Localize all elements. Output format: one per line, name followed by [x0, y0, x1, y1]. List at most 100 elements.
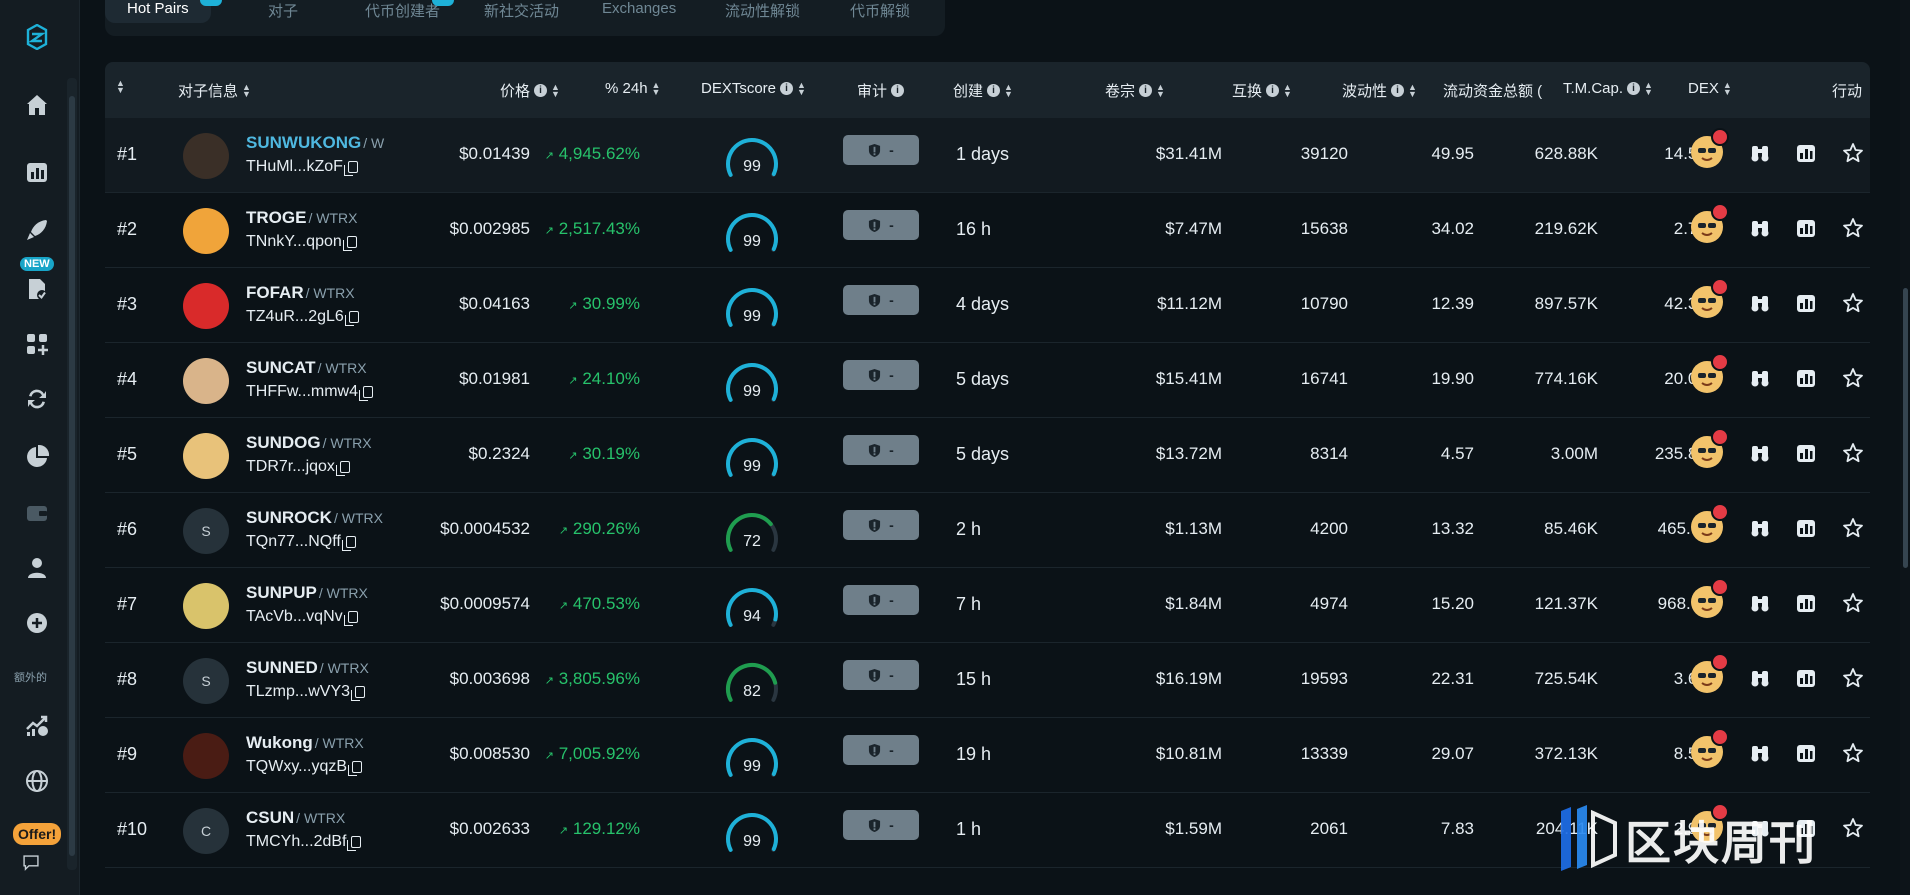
- star-icon[interactable]: [1839, 140, 1867, 166]
- audit-button[interactable]: -: [843, 435, 919, 465]
- doc-check-icon[interactable]: [20, 272, 54, 306]
- token-name[interactable]: SUNCAT / WTRX: [246, 358, 367, 378]
- logo-icon[interactable]: [20, 20, 54, 54]
- star-icon[interactable]: [1839, 440, 1867, 466]
- star-icon[interactable]: [1839, 215, 1867, 241]
- dextscore-gauge[interactable]: 99: [722, 806, 782, 852]
- globe-icon[interactable]: [20, 764, 54, 798]
- copy-icon[interactable]: [351, 686, 366, 701]
- home-icon[interactable]: [20, 88, 54, 122]
- token-avatar[interactable]: S: [183, 658, 229, 704]
- dextscore-gauge[interactable]: 99: [722, 281, 782, 327]
- star-icon[interactable]: [1839, 290, 1867, 316]
- token-avatar[interactable]: [183, 583, 229, 629]
- star-icon[interactable]: [1839, 740, 1867, 766]
- rocket-icon[interactable]: [20, 213, 54, 247]
- page-scrollbar[interactable]: [1900, 0, 1910, 895]
- dex-sunswap-icon[interactable]: [1691, 578, 1729, 618]
- audit-button[interactable]: -: [843, 660, 919, 690]
- header-volatility[interactable]: 波动性 i ▲ ▼: [1342, 80, 1417, 101]
- star-icon[interactable]: [1839, 665, 1867, 691]
- binoculars-icon[interactable]: [1746, 440, 1774, 466]
- chart-icon[interactable]: [1792, 290, 1820, 316]
- header-dextscore[interactable]: DEXTscore i ▲ ▼: [701, 80, 806, 97]
- chart-icon[interactable]: [1792, 365, 1820, 391]
- chart-icon[interactable]: [1792, 590, 1820, 616]
- stats-icon[interactable]: [20, 708, 54, 742]
- token-avatar[interactable]: C: [183, 808, 229, 854]
- copy-icon[interactable]: [347, 836, 362, 851]
- header-pair-info[interactable]: 对子信息 ▲ ▼: [178, 80, 251, 101]
- star-icon[interactable]: [1839, 815, 1867, 841]
- audit-button[interactable]: -: [843, 285, 919, 315]
- token-name[interactable]: SUNROCK / WTRX: [246, 508, 383, 528]
- dextscore-gauge[interactable]: 82: [722, 656, 782, 702]
- header-dex[interactable]: DEX ▲ ▼: [1688, 80, 1732, 97]
- chart-icon[interactable]: [1792, 140, 1820, 166]
- swap-icon[interactable]: [20, 382, 54, 416]
- offer-badge[interactable]: Offer!: [13, 823, 62, 845]
- tab-hot-pairs[interactable]: Hot Pairs: [105, 0, 211, 23]
- token-name[interactable]: SUNWUKONG / W: [246, 133, 384, 153]
- binoculars-icon[interactable]: [1746, 365, 1774, 391]
- token-name[interactable]: TROGE / WTRX: [246, 208, 357, 228]
- table-row[interactable]: #5 SUNDOG / WTRX TDR7r...jqox $0.2324 ↗ 3…: [105, 418, 1870, 493]
- chat-icon[interactable]: [18, 850, 44, 876]
- star-icon[interactable]: [1839, 365, 1867, 391]
- binoculars-icon[interactable]: [1746, 740, 1774, 766]
- dextscore-gauge[interactable]: 99: [722, 206, 782, 252]
- dex-sunswap-icon[interactable]: [1691, 653, 1729, 693]
- table-row[interactable]: #8 S SUNNED / WTRX TLzmp...wVY3 $0.003698…: [105, 643, 1870, 718]
- token-avatar[interactable]: [183, 208, 229, 254]
- audit-button[interactable]: -: [843, 135, 919, 165]
- copy-icon[interactable]: [359, 386, 373, 401]
- dextscore-gauge[interactable]: 99: [722, 431, 782, 477]
- token-name[interactable]: FOFAR / WTRX: [246, 283, 355, 303]
- dextscore-gauge[interactable]: 99: [722, 731, 782, 777]
- chart-icon[interactable]: [20, 155, 54, 189]
- binoculars-icon[interactable]: [1746, 140, 1774, 166]
- header-price[interactable]: 价格 i ▲ ▼: [500, 80, 560, 101]
- tab-token-creators[interactable]: 代币创建者: [365, 0, 440, 21]
- dextscore-gauge[interactable]: 72: [722, 506, 782, 552]
- header-volume[interactable]: 卷宗 i ▲ ▼: [1105, 80, 1165, 101]
- dex-sunswap-icon[interactable]: [1691, 203, 1729, 243]
- token-name[interactable]: SUNDOG / WTRX: [246, 433, 372, 453]
- binoculars-icon[interactable]: [1746, 515, 1774, 541]
- chart-icon[interactable]: [1792, 665, 1820, 691]
- chart-icon[interactable]: [1792, 215, 1820, 241]
- audit-button[interactable]: -: [843, 510, 919, 540]
- audit-button[interactable]: -: [843, 585, 919, 615]
- token-name[interactable]: CSUN / WTRX: [246, 808, 345, 828]
- tab-token-unlock[interactable]: 代币解锁: [850, 0, 910, 21]
- table-row[interactable]: #4 SUNCAT / WTRX THFFw...mmw4 $0.01981 ↗ …: [105, 343, 1870, 418]
- binoculars-icon[interactable]: [1746, 215, 1774, 241]
- audit-button[interactable]: -: [843, 810, 919, 840]
- table-row[interactable]: #2 TROGE / WTRX TNnkY...qpon $0.002985 ↗ …: [105, 193, 1870, 268]
- dextscore-gauge[interactable]: 94: [722, 581, 782, 627]
- copy-icon[interactable]: [343, 611, 358, 626]
- copy-icon[interactable]: [335, 461, 350, 476]
- header-audit[interactable]: 审计 i: [857, 80, 905, 101]
- header-mcap[interactable]: T.M.Cap. i ▲ ▼: [1563, 80, 1653, 97]
- audit-button[interactable]: -: [843, 735, 919, 765]
- dex-sunswap-icon[interactable]: [1691, 128, 1729, 168]
- token-avatar[interactable]: [183, 358, 229, 404]
- audit-button[interactable]: -: [843, 360, 919, 390]
- table-row[interactable]: #6 S SUNROCK / WTRX TQn77...NQff $0.00045…: [105, 493, 1870, 568]
- dex-sunswap-icon[interactable]: [1691, 278, 1729, 318]
- table-row[interactable]: #1 SUNWUKONG / W THuMl...kZoF $0.01439 ↗ …: [105, 118, 1870, 193]
- table-row[interactable]: #3 FOFAR / WTRX TZ4uR...2gL6 $0.04163 ↗ 3…: [105, 268, 1870, 343]
- dex-sunswap-icon[interactable]: [1691, 503, 1729, 543]
- table-row[interactable]: #9 Wukong / WTRX TQWxy...yqzB $0.008530 ↗…: [105, 718, 1870, 793]
- audit-button[interactable]: -: [843, 210, 919, 240]
- copy-icon[interactable]: [342, 236, 357, 251]
- add-icon[interactable]: [20, 606, 54, 640]
- copy-icon[interactable]: [344, 311, 359, 326]
- header-liquidity[interactable]: 流动资金总额 (: [1443, 80, 1551, 101]
- dextscore-gauge[interactable]: 99: [722, 356, 782, 402]
- user-icon[interactable]: [20, 551, 54, 585]
- chart-icon[interactable]: [1792, 740, 1820, 766]
- copy-icon[interactable]: [348, 761, 363, 776]
- dextscore-gauge[interactable]: 99: [722, 131, 782, 177]
